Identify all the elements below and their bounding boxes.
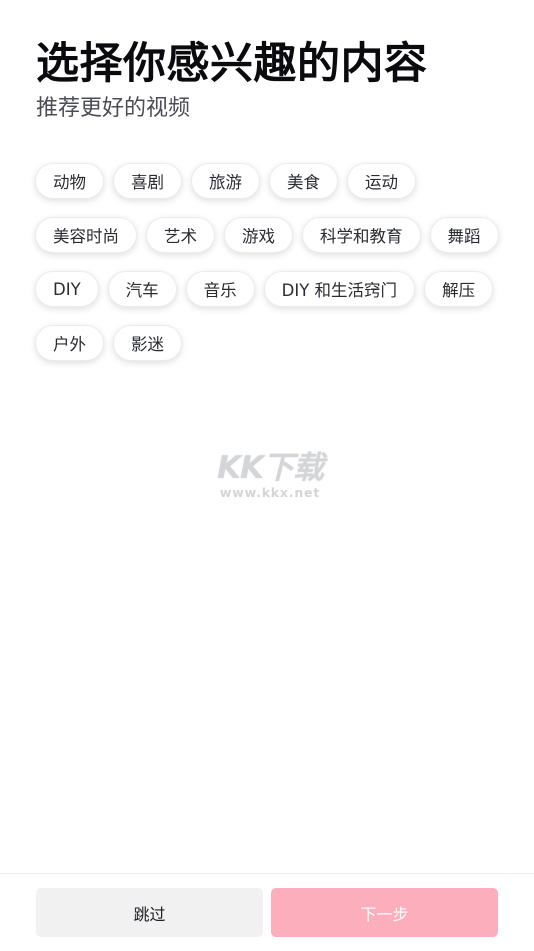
watermark-url: www.kkx.net [219, 485, 321, 500]
interest-tag-outdoors[interactable]: 户外 [35, 325, 104, 361]
interest-tag-sports[interactable]: 运动 [347, 163, 416, 199]
interest-tag-list: 动物 喜剧 旅游 美食 运动 美容时尚 艺术 游戏 科学和教育 舞蹈 DIY 汽… [35, 163, 505, 361]
skip-button[interactable]: 跳过 [36, 888, 263, 937]
interest-tag-travel[interactable]: 旅游 [191, 163, 260, 199]
interest-tag-relaxation[interactable]: 解压 [424, 271, 494, 307]
interest-tag-diy-life-hacks[interactable]: DIY 和生活窍门 [263, 271, 416, 307]
interest-tag-dance[interactable]: 舞蹈 [429, 217, 499, 253]
interest-tag-beauty-fashion[interactable]: 美容时尚 [35, 217, 137, 253]
watermark-logo: KK下载 [216, 450, 324, 486]
bottom-action-bar: 跳过 下一步 [0, 873, 534, 951]
interest-tag-diy[interactable]: DIY [35, 271, 99, 307]
next-step-button[interactable]: 下一步 [271, 888, 498, 937]
interest-tag-gaming[interactable]: 游戏 [224, 217, 293, 253]
page-title: 选择你感兴趣的内容 [36, 39, 428, 89]
interest-tag-music[interactable]: 音乐 [185, 271, 255, 307]
interest-tag-movie-fans[interactable]: 影迷 [113, 325, 182, 361]
watermark: KK下载 www.kkx.net [210, 448, 330, 500]
interest-tag-animals[interactable]: 动物 [35, 163, 104, 199]
interest-tag-comedy[interactable]: 喜剧 [113, 163, 182, 199]
page-subtitle: 推荐更好的视频 [36, 96, 191, 121]
interest-tag-food[interactable]: 美食 [269, 163, 338, 199]
interest-tag-science-education[interactable]: 科学和教育 [302, 217, 421, 253]
interest-tag-cars[interactable]: 汽车 [107, 271, 177, 307]
interest-tag-art[interactable]: 艺术 [146, 217, 215, 253]
